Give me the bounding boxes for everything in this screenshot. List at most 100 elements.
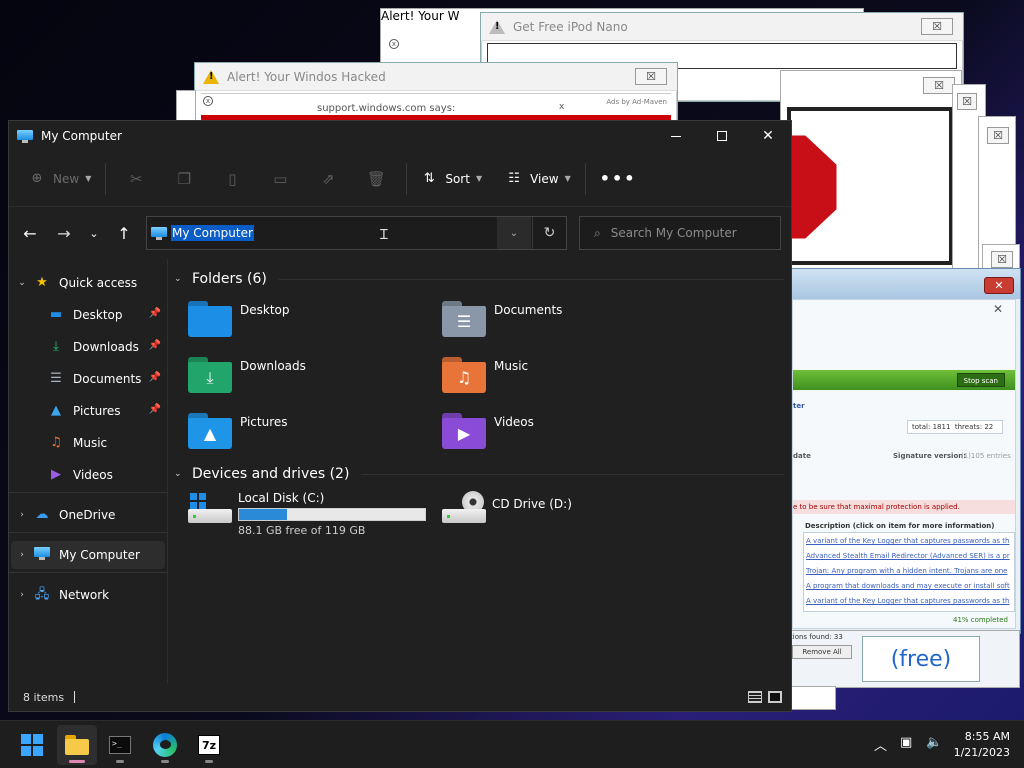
tiles-view-button[interactable] bbox=[765, 689, 785, 705]
network-icon[interactable]: ▣ bbox=[900, 735, 912, 750]
sidebar-item-onedrive[interactable]: › ☁ OneDrive bbox=[11, 501, 165, 529]
threat-list-item[interactable]: Advanced Stealth Email Redirector (Advan… bbox=[806, 552, 1010, 560]
drive-tile-c[interactable]: Local Disk (C:) 88.1 GB free of 119 GB bbox=[188, 491, 426, 537]
clock[interactable]: 8:55 AM 1/21/2023 bbox=[954, 729, 1010, 761]
chevron-right-icon[interactable]: › bbox=[11, 510, 33, 520]
maximize-button[interactable] bbox=[699, 121, 745, 151]
address-input[interactable]: My Computer bbox=[171, 225, 254, 241]
warning-text: e to be sure that maximal protection is … bbox=[793, 503, 960, 511]
pin-icon[interactable]: 📌 bbox=[149, 340, 161, 351]
arrow-up-icon: ↑ bbox=[117, 223, 131, 243]
taskbar-7zip[interactable]: 7z bbox=[189, 725, 229, 765]
sidebar-item-desktop[interactable]: ▬ Desktop 📌 bbox=[11, 301, 165, 329]
share-button[interactable]: ⇗ bbox=[304, 163, 352, 195]
drive-tile-d[interactable]: CD Drive (D:) bbox=[442, 491, 572, 527]
arrow-right-icon: → bbox=[57, 223, 71, 243]
folder-tile-desktop[interactable]: Desktop bbox=[188, 297, 428, 341]
sidebar-item-pictures[interactable]: ▲ Pictures 📌 bbox=[11, 397, 165, 425]
chevron-up-icon[interactable]: ︿ bbox=[874, 735, 887, 754]
sort-button[interactable]: ⇅ Sort ▼ bbox=[413, 163, 490, 195]
scanner-heading: ter bbox=[793, 402, 805, 410]
taskbar-terminal[interactable]: >_ bbox=[100, 725, 140, 765]
threat-list-item[interactable]: Trojan: Any program with a hidden intent… bbox=[806, 567, 1007, 575]
threat-list-item[interactable]: A program that downloads and may execute… bbox=[806, 582, 1010, 590]
drives-group-header[interactable]: ⌄ Devices and drives (2) bbox=[174, 462, 784, 486]
close-button[interactable]: ✕ bbox=[745, 121, 791, 151]
totals-box: total: 1811 threats: 22 bbox=[907, 420, 1003, 434]
pin-icon[interactable]: 📌 bbox=[149, 404, 161, 415]
paste-button[interactable]: ▯ bbox=[208, 163, 256, 195]
stop-scan-button[interactable]: Stop scan bbox=[956, 373, 1005, 387]
delete-button[interactable]: 🗑 bbox=[352, 163, 400, 195]
rename-button[interactable]: ▭ bbox=[256, 163, 304, 195]
warning-icon bbox=[203, 69, 219, 84]
window-controls: ✕ bbox=[653, 121, 791, 151]
sidebar-item-label: Downloads bbox=[73, 340, 139, 354]
recent-locations-button[interactable]: ⌄ bbox=[81, 218, 107, 248]
address-dropdown-button[interactable]: ⌄ bbox=[497, 217, 531, 249]
popup-close-button[interactable]: ☒ bbox=[991, 251, 1013, 268]
remove-all-button[interactable]: Remove All bbox=[792, 645, 852, 659]
chevron-down-icon[interactable]: ⌄ bbox=[11, 278, 33, 288]
close-icon[interactable]: x bbox=[559, 102, 564, 112]
close-circle-icon[interactable]: x bbox=[203, 96, 213, 106]
start-button[interactable] bbox=[12, 725, 52, 765]
popup-close-button[interactable]: ☒ bbox=[987, 127, 1009, 144]
cut-button[interactable]: ✂ bbox=[112, 163, 160, 195]
sidebar-item-videos[interactable]: ▶ Videos bbox=[11, 461, 165, 489]
details-view-button[interactable] bbox=[745, 689, 765, 705]
copy-button[interactable]: ❐ bbox=[160, 163, 208, 195]
status-bar: 8 items bbox=[9, 683, 791, 711]
search-box[interactable]: ⌕ Search My Computer bbox=[579, 216, 781, 250]
taskbar-file-explorer[interactable] bbox=[57, 725, 97, 765]
free-text: (free) bbox=[890, 646, 952, 672]
sidebar-item-music[interactable]: ♫ Music bbox=[11, 429, 165, 457]
taskbar-edge[interactable] bbox=[145, 725, 185, 765]
popup-close-button[interactable]: ☒ bbox=[921, 18, 953, 35]
scanner-close-button[interactable]: ✕ bbox=[984, 277, 1014, 294]
sidebar-item-label: Music bbox=[73, 436, 108, 450]
fake-antivirus-window: ✕ ✕ Stop scan ter total: 1811 threats: 2… bbox=[785, 268, 1021, 634]
threat-list[interactable]: A variant of the Key Logger that capture… bbox=[803, 532, 1015, 612]
folder-tile-pictures[interactable]: ▲ Pictures bbox=[188, 409, 428, 453]
threat-list-item[interactable]: A variant of the Key Logger that capture… bbox=[806, 597, 1009, 605]
back-button[interactable]: ← bbox=[13, 218, 47, 248]
desktop-icon: ▬ bbox=[49, 307, 63, 322]
sidebar-item-my-computer[interactable]: › My Computer bbox=[11, 541, 165, 569]
chevron-right-icon[interactable]: › bbox=[11, 550, 33, 560]
speaker-icon[interactable]: 🔈 bbox=[926, 735, 942, 750]
minimize-button[interactable] bbox=[653, 121, 699, 151]
sidebar-item-documents[interactable]: ☰ Documents 📌 bbox=[11, 365, 165, 393]
threat-list-item[interactable]: A variant of the Key Logger that capture… bbox=[806, 537, 1009, 545]
chevron-down-icon: ▼ bbox=[564, 174, 571, 183]
more-options-button[interactable]: ••• bbox=[592, 163, 645, 195]
forward-button[interactable]: → bbox=[47, 218, 81, 248]
ads-label: Ads by Ad-Maven bbox=[606, 98, 667, 106]
address-bar[interactable]: My Computer Ɪ ⌄ ↻ bbox=[146, 216, 567, 250]
folder-tile-music[interactable]: ♫ Music bbox=[442, 353, 682, 397]
pin-icon[interactable]: 📌 bbox=[149, 308, 161, 319]
search-input[interactable]: Search My Computer bbox=[611, 226, 737, 240]
sidebar-item-network[interactable]: › 🖧 Network bbox=[11, 581, 165, 609]
chevron-right-icon[interactable]: › bbox=[11, 590, 33, 600]
up-button[interactable]: ↑ bbox=[107, 218, 141, 248]
folder-name: Documents bbox=[494, 303, 563, 317]
close-icon[interactable]: ✕ bbox=[993, 302, 1003, 316]
folders-group-header[interactable]: ⌄ Folders (6) bbox=[174, 267, 784, 291]
folder-tile-documents[interactable]: ☰ Documents bbox=[442, 297, 682, 341]
popup-close-button[interactable]: ☒ bbox=[635, 68, 667, 85]
folder-tile-downloads[interactable]: ⤓ Downloads bbox=[188, 353, 428, 397]
sidebar-item-quick-access[interactable]: ⌄ ★ Quick access bbox=[11, 269, 165, 297]
view-button[interactable]: ☷ View ▼ bbox=[498, 163, 579, 195]
close-circle-icon[interactable]: x bbox=[389, 39, 399, 49]
videos-folder-icon: ▶ bbox=[442, 413, 486, 449]
refresh-button[interactable]: ↻ bbox=[532, 217, 566, 249]
pin-icon[interactable]: 📌 bbox=[149, 372, 161, 383]
folder-tile-videos[interactable]: ▶ Videos bbox=[442, 409, 682, 453]
popup-close-button[interactable]: ☒ bbox=[923, 77, 955, 94]
new-button[interactable]: ⊕ New ▼ bbox=[21, 163, 99, 195]
sidebar-item-downloads[interactable]: ⤓ Downloads 📌 bbox=[11, 333, 165, 361]
popup-close-button[interactable]: ☒ bbox=[957, 93, 977, 110]
windows-logo-icon bbox=[21, 734, 43, 756]
support-text: support.windows.com says: bbox=[317, 103, 456, 114]
